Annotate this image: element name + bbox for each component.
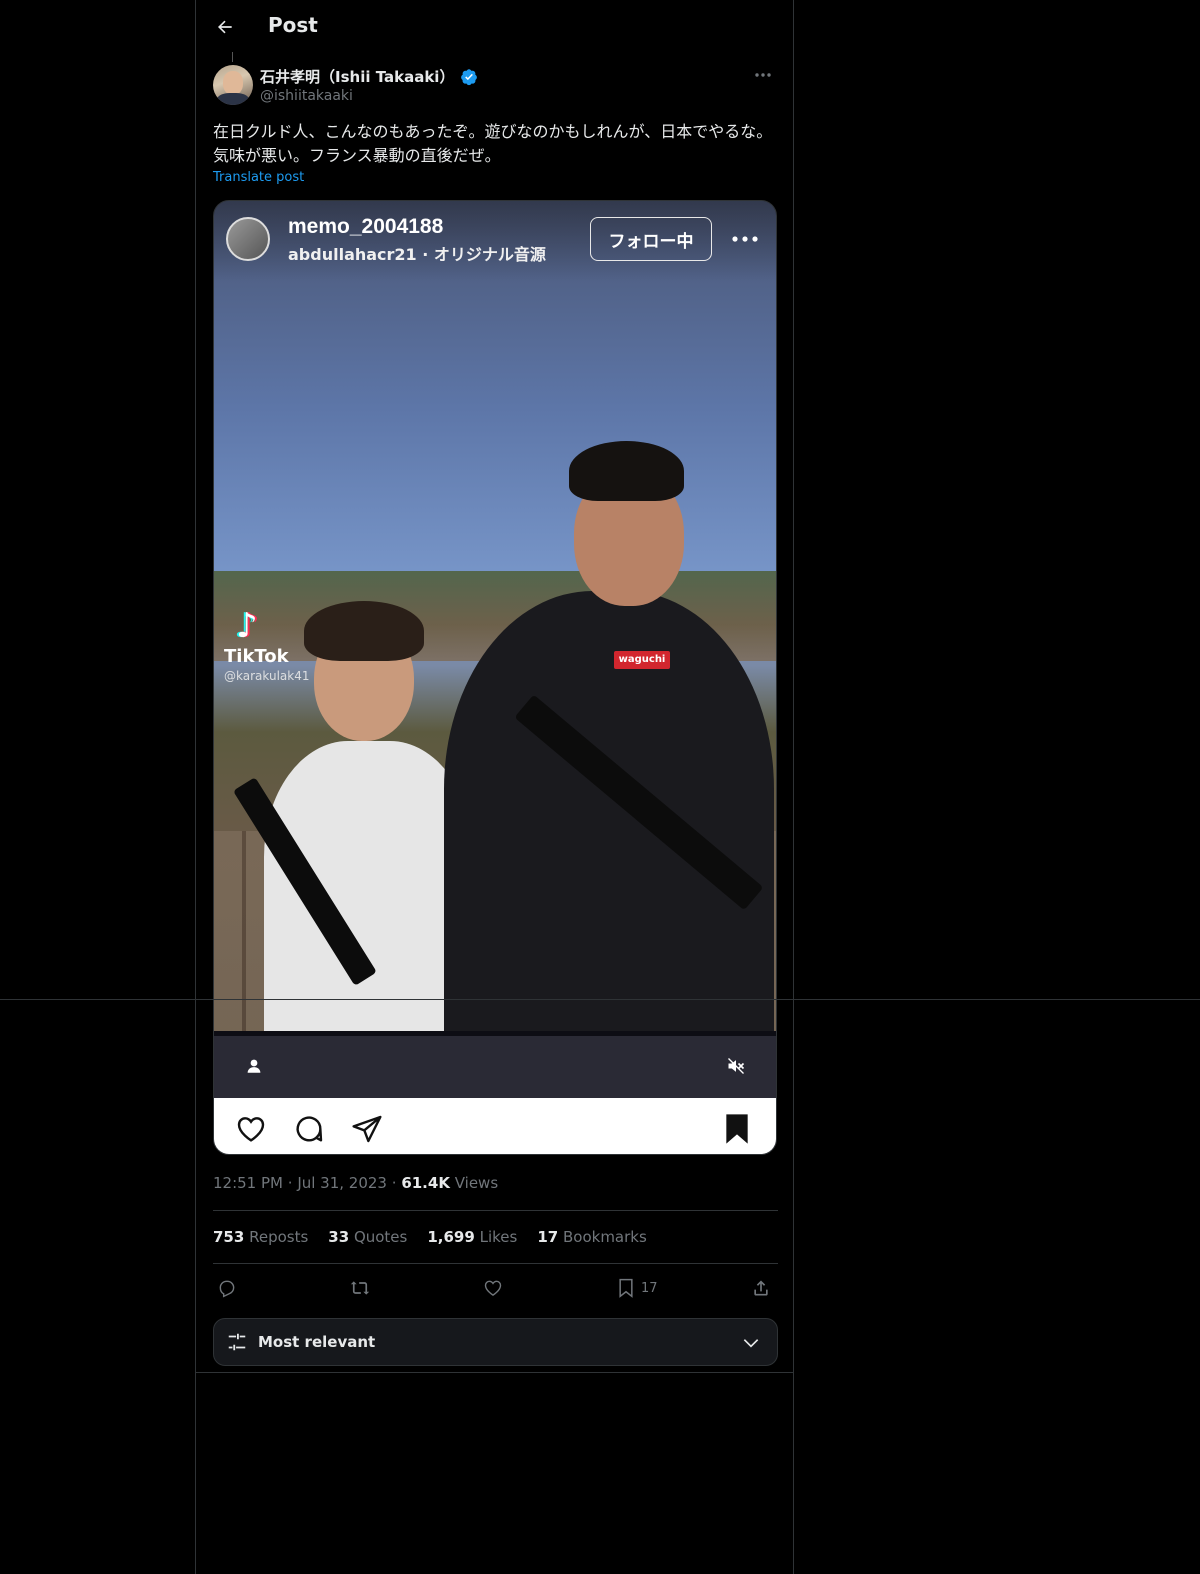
divider [213, 1210, 778, 1211]
post-time[interactable]: 12:51 PM [213, 1174, 283, 1192]
mute-button[interactable] [718, 1048, 754, 1084]
engagement-stats: 753 Reposts 33 Quotes 1,699 Likes 17 Boo… [213, 1228, 647, 1246]
reply-button[interactable] [217, 1276, 237, 1300]
share-icon [754, 1280, 768, 1296]
bookmark-count: 17 [641, 1280, 658, 1296]
share-button[interactable] [751, 1276, 771, 1300]
ig-more-button[interactable] [730, 229, 760, 249]
quotes-count: 33 [328, 1228, 350, 1246]
ig-share-button[interactable] [350, 1112, 384, 1146]
ig-subtitle: abdullahacr21 · オリジナル音源 [288, 245, 546, 264]
paper-plane-icon [352, 1115, 382, 1143]
views-count: 61.4K [401, 1174, 450, 1192]
ig-header: memo_2004188 abdullahacr21 · オリジナル音源 フォロ… [226, 215, 764, 265]
ellipsis-icon [755, 73, 771, 77]
likes-stat[interactable]: 1,699 Likes [427, 1228, 517, 1246]
verified-badge-icon [461, 68, 478, 85]
sort-label: Most relevant [258, 1333, 376, 1351]
tiktok-brand: TikTok [224, 646, 289, 667]
repost-icon [350, 1281, 370, 1295]
likes-count: 1,699 [427, 1228, 475, 1246]
reply-icon [219, 1280, 235, 1298]
bookmarks-label: Bookmarks [562, 1228, 647, 1246]
reply-sort-dropdown[interactable]: Most relevant [213, 1318, 778, 1366]
video-frame[interactable]: waguchi ♪ TikTok @karakulak41 memo_20041… [214, 201, 776, 1031]
tagged-people-button[interactable] [236, 1048, 272, 1084]
translate-post-link[interactable]: Translate post [213, 170, 304, 185]
speaker-muted-icon [728, 1058, 745, 1074]
post-date[interactable]: Jul 31, 2023 [297, 1174, 387, 1192]
ig-follow-button[interactable]: フォロー中 [590, 217, 712, 261]
ig-save-button[interactable] [720, 1112, 754, 1146]
heart-icon [484, 1280, 502, 1296]
person-right: waguchi [434, 441, 774, 1031]
divider [196, 1372, 793, 1373]
back-button[interactable] [210, 12, 240, 42]
post-action-bar: 17 [213, 1274, 778, 1304]
author-name-text: 石井孝明（Ishii Takaaki） [260, 68, 455, 86]
top-bar: Post [196, 0, 793, 54]
bookmark-button[interactable]: 17 [617, 1276, 658, 1300]
tiktok-user: @karakulak41 [224, 669, 310, 683]
viewport-divider [0, 999, 1200, 1000]
bookmarks-count: 17 [537, 1228, 559, 1246]
page-title: Post [268, 13, 318, 37]
main-column: Post 石井孝明（Ishii Takaaki） @ishiitakaaki 在… [195, 0, 794, 1574]
reposts-count: 753 [213, 1228, 245, 1246]
author-name[interactable]: 石井孝明（Ishii Takaaki） [260, 66, 478, 87]
quotes-stat[interactable]: 33 Quotes [328, 1228, 407, 1246]
bookmark-icon [619, 1278, 633, 1298]
more-options-button[interactable] [751, 66, 775, 84]
comment-bubble-icon [296, 1116, 323, 1142]
person-icon [247, 1059, 261, 1073]
bookmarks-stat[interactable]: 17 Bookmarks [537, 1228, 646, 1246]
reposts-label: Reposts [249, 1228, 309, 1246]
chevron-down-icon [743, 1339, 759, 1348]
shirt-logo: waguchi [614, 651, 670, 669]
divider [213, 1263, 778, 1264]
thread-line [232, 52, 233, 62]
tiktok-logo-icon: ♪ [236, 606, 258, 646]
post-text: 在日クルド人、こんなのもあったぞ。遊びなのかもしれんが、日本でやるな。気味が悪い… [213, 122, 773, 165]
ig-action-bar [214, 1098, 776, 1154]
bookmark-filled-icon [726, 1114, 748, 1144]
ig-avatar[interactable] [226, 217, 270, 261]
reposts-stat[interactable]: 753 Reposts [213, 1228, 308, 1246]
tiktok-watermark: ♪ TikTok @karakulak41 [224, 606, 309, 683]
author-handle[interactable]: @ishiitakaaki [260, 88, 353, 104]
arrow-left-icon [218, 20, 232, 34]
video-controls [214, 1036, 776, 1098]
quotes-label: Quotes [353, 1228, 408, 1246]
like-button[interactable] [483, 1276, 503, 1300]
post-meta: 12:51 PM · Jul 31, 2023 · 61.4K Views [213, 1174, 499, 1192]
likes-label: Likes [479, 1228, 518, 1246]
heart-outline-icon [237, 1117, 265, 1142]
ig-username: memo_2004188 [288, 215, 444, 238]
sliders-icon [228, 1333, 246, 1351]
repost-button[interactable] [349, 1276, 371, 1300]
avatar[interactable] [213, 65, 253, 105]
ellipsis-icon [732, 236, 758, 242]
ig-like-button[interactable] [234, 1112, 268, 1146]
post-media[interactable]: waguchi ♪ TikTok @karakulak41 memo_20041… [213, 200, 777, 1155]
ig-comment-button[interactable] [292, 1112, 326, 1146]
views-label: Views [454, 1174, 499, 1192]
